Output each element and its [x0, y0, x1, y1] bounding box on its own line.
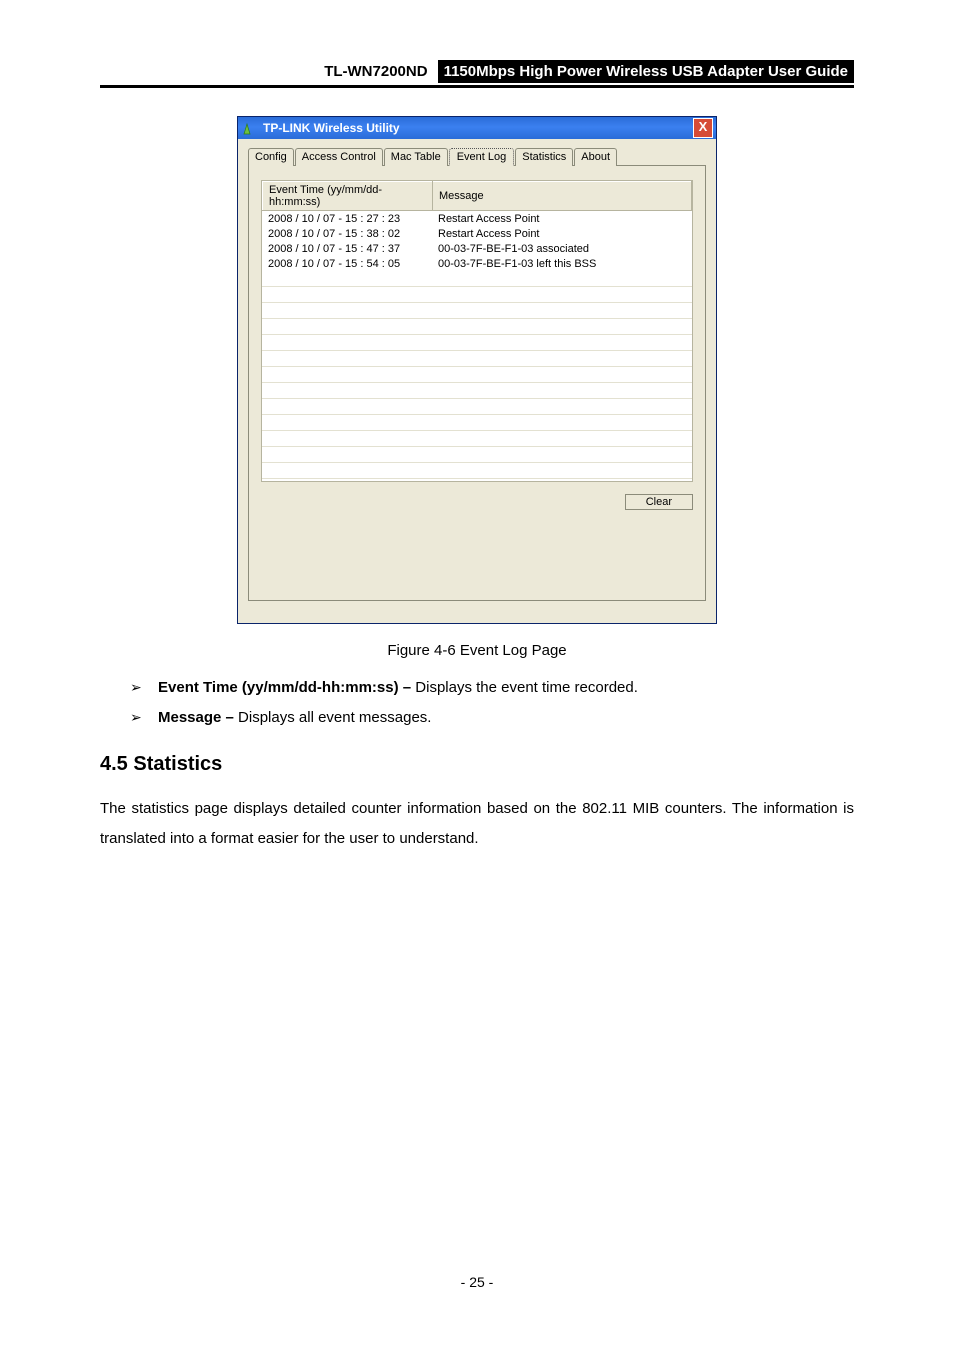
list-item: Message – Displays all event messages. — [130, 703, 854, 733]
table-row[interactable]: 2008 / 10 / 07 - 15 : 27 : 23 Restart Ac… — [262, 211, 692, 226]
tab-access-control[interactable]: Access Control — [295, 148, 383, 166]
tab-access-control-label: Access Control — [302, 151, 376, 163]
close-icon: X — [699, 119, 708, 134]
tabpanel-event-log: Event Time (yy/mm/dd- hh:mm:ss) Message … — [248, 165, 706, 601]
table-row[interactable]: 2008 / 10 / 07 - 15 : 54 : 05 00-03-7F-B… — [262, 256, 692, 271]
table-row[interactable]: 2008 / 10 / 07 - 15 : 47 : 37 00-03-7F-B… — [262, 241, 692, 256]
tab-event-log[interactable]: Event Log — [449, 148, 515, 166]
section-heading: 4.5 Statistics — [100, 753, 854, 776]
table-row[interactable]: 2008 / 10 / 07 - 15 : 38 : 02 Restart Ac… — [262, 226, 692, 241]
section-body: The statistics page displays detailed co… — [100, 794, 854, 854]
tab-about[interactable]: About — [574, 148, 617, 166]
titlebar: TP-LINK Wireless Utility X — [238, 117, 716, 139]
bullet-rest: Displays all event messages. — [238, 709, 431, 726]
figure-caption: Figure 4-6 Event Log Page — [100, 642, 854, 659]
page-header: TL-WN7200ND 1150Mbps High Power Wireless… — [100, 60, 854, 88]
list-item: Event Time (yy/mm/dd-hh:mm:ss) – Display… — [130, 673, 854, 703]
tab-statistics[interactable]: Statistics — [515, 148, 573, 166]
header-title-box-text: 1 — [444, 63, 452, 80]
bullet-strong: Event Time (yy/mm/dd-hh:mm:ss) – — [158, 679, 415, 696]
col-header-message[interactable]: Message — [433, 182, 692, 211]
cell-time: 2008 / 10 / 07 - 15 : 27 : 23 — [262, 211, 432, 226]
header-model: TL-WN7200ND — [324, 63, 427, 80]
app-icon — [243, 121, 257, 135]
cell-time: 2008 / 10 / 07 - 15 : 47 : 37 — [262, 241, 432, 256]
tab-config-label: Config — [255, 151, 287, 163]
cell-message: Restart Access Point — [432, 211, 692, 226]
bullet-rest: Displays the event time recorded. — [415, 679, 638, 696]
cell-time: 2008 / 10 / 07 - 15 : 54 : 05 — [262, 256, 432, 271]
header-title-box: 1150Mbps High Power Wireless USB Adapter… — [438, 60, 854, 83]
header-title-rest-inline: 150Mbps High Power Wireless USB Adapter … — [451, 63, 848, 80]
utility-window: TP-LINK Wireless Utility X Config Access… — [237, 116, 717, 624]
clear-button-label: Clear — [646, 496, 672, 508]
close-button[interactable]: X — [693, 118, 713, 138]
window-title: TP-LINK Wireless Utility — [263, 121, 400, 135]
page-number: - 25 - — [100, 1274, 854, 1320]
tabs: Config Access Control Mac Table Event Lo… — [248, 148, 706, 166]
cell-message: Restart Access Point — [432, 226, 692, 241]
bullet-strong: Message – — [158, 709, 238, 726]
clear-button[interactable]: Clear — [625, 494, 693, 510]
cell-message: 00-03-7F-BE-F1-03 associated — [432, 241, 692, 256]
cell-message: 00-03-7F-BE-F1-03 left this BSS — [432, 256, 692, 271]
tab-about-label: About — [581, 151, 610, 163]
event-log-list[interactable]: Event Time (yy/mm/dd- hh:mm:ss) Message … — [261, 180, 693, 482]
tab-statistics-label: Statistics — [522, 151, 566, 163]
cell-time: 2008 / 10 / 07 - 15 : 38 : 02 — [262, 226, 432, 241]
col-header-time[interactable]: Event Time (yy/mm/dd- hh:mm:ss) — [263, 182, 433, 211]
tab-event-log-label: Event Log — [457, 151, 507, 163]
tab-mac-table[interactable]: Mac Table — [384, 148, 448, 166]
tab-config[interactable]: Config — [248, 148, 294, 166]
tab-mac-table-label: Mac Table — [391, 151, 441, 163]
window-body: Config Access Control Mac Table Event Lo… — [238, 139, 716, 623]
bullet-list: Event Time (yy/mm/dd-hh:mm:ss) – Display… — [100, 673, 854, 733]
